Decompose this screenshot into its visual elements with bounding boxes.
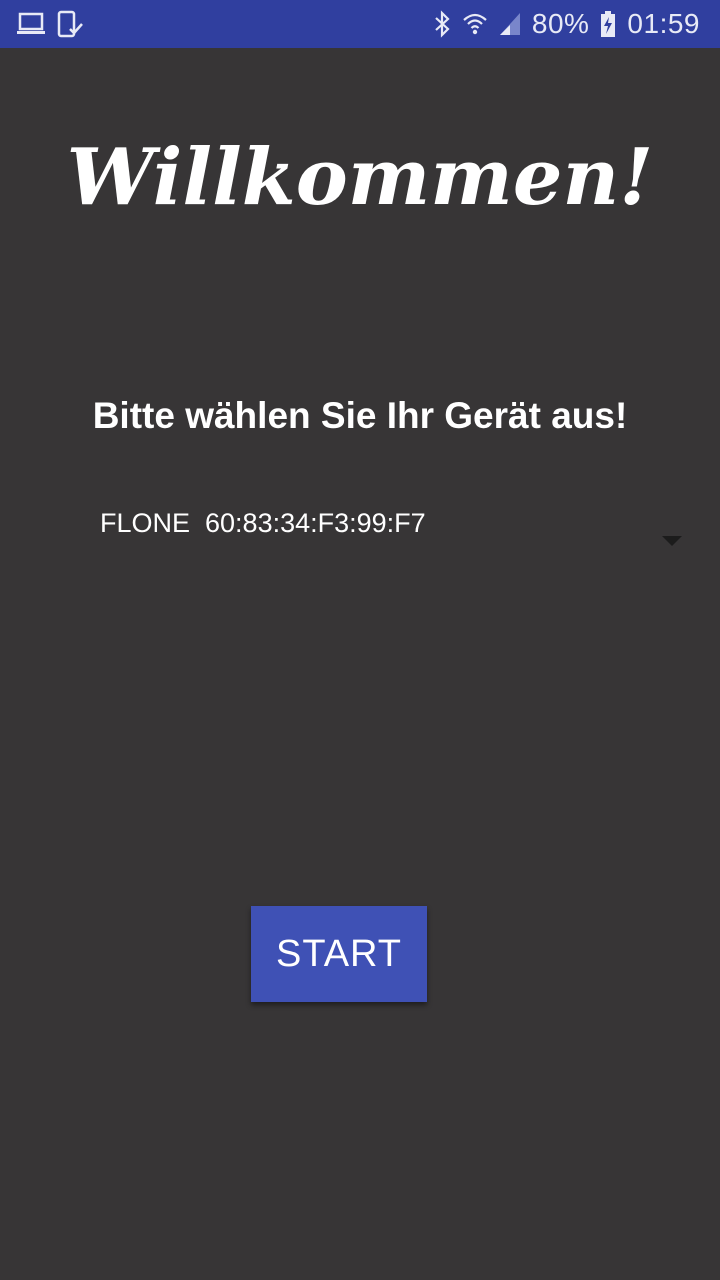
battery-charging-icon xyxy=(599,10,617,38)
status-right-icons: 80% 01:59 xyxy=(432,0,700,48)
dropdown-arrow-icon xyxy=(662,536,682,546)
device-spinner[interactable]: FLONE 60:83:34:F3:99:F7 xyxy=(84,494,696,564)
battery-percent: 80% xyxy=(531,8,590,39)
device-check-icon xyxy=(56,10,84,38)
bluetooth-icon xyxy=(432,10,452,38)
wifi-icon xyxy=(462,11,488,37)
clock: 01:59 xyxy=(627,8,700,39)
welcome-title: Willkommen! xyxy=(66,132,654,223)
device-spinner-selected: FLONE 60:83:34:F3:99:F7 xyxy=(100,508,426,538)
signal-icon xyxy=(498,11,522,37)
status-bar: 80% 01:59 xyxy=(0,0,720,48)
laptop-icon xyxy=(16,11,46,37)
select-device-prompt: Bitte wählen Sie Ihr Gerät aus! xyxy=(92,395,628,436)
status-left-icons xyxy=(16,10,84,38)
start-button[interactable]: START xyxy=(251,906,427,1002)
